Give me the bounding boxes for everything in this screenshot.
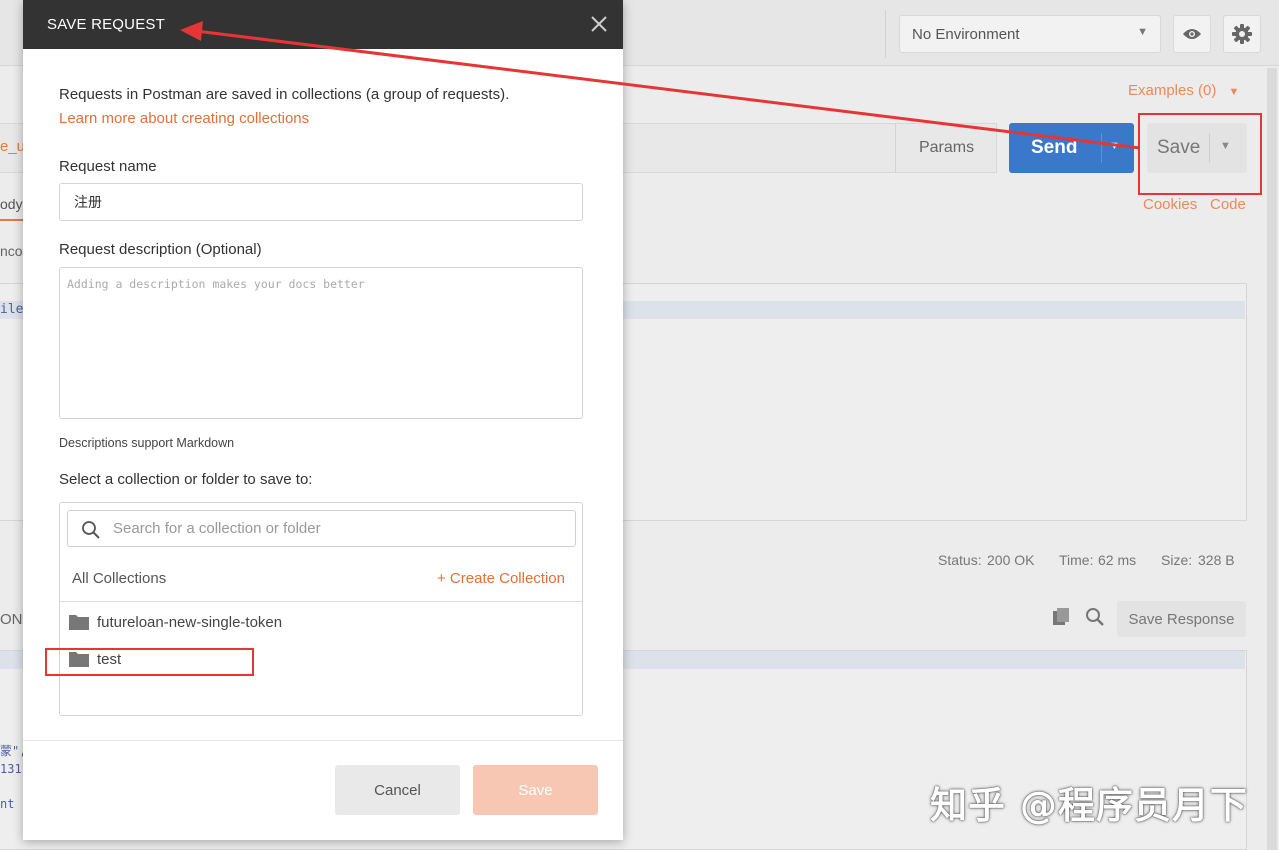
annotation-arrow xyxy=(180,21,1141,150)
watermark: 知乎 @程序员月下 xyxy=(930,784,1248,827)
